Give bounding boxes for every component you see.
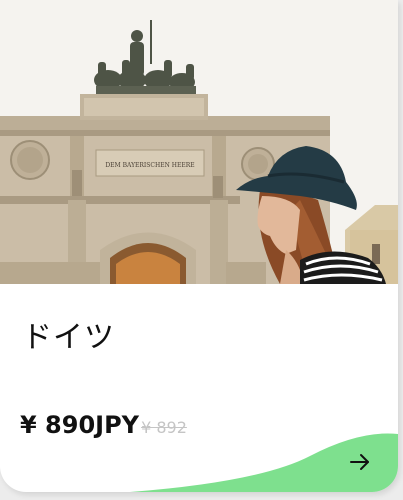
destination-card[interactable]: DEM BAYERISCHEN HEERE ドイツ ¥ 890JPY ¥ 892 bbox=[0, 0, 398, 492]
accent-wave bbox=[130, 433, 398, 492]
next-button[interactable] bbox=[344, 446, 376, 478]
gate-inscription: DEM BAYERISCHEN HEERE bbox=[105, 162, 194, 169]
hero-image: DEM BAYERISCHEN HEERE bbox=[0, 0, 398, 284]
arrow-right-icon bbox=[350, 454, 369, 470]
destination-title: ドイツ bbox=[22, 320, 115, 355]
